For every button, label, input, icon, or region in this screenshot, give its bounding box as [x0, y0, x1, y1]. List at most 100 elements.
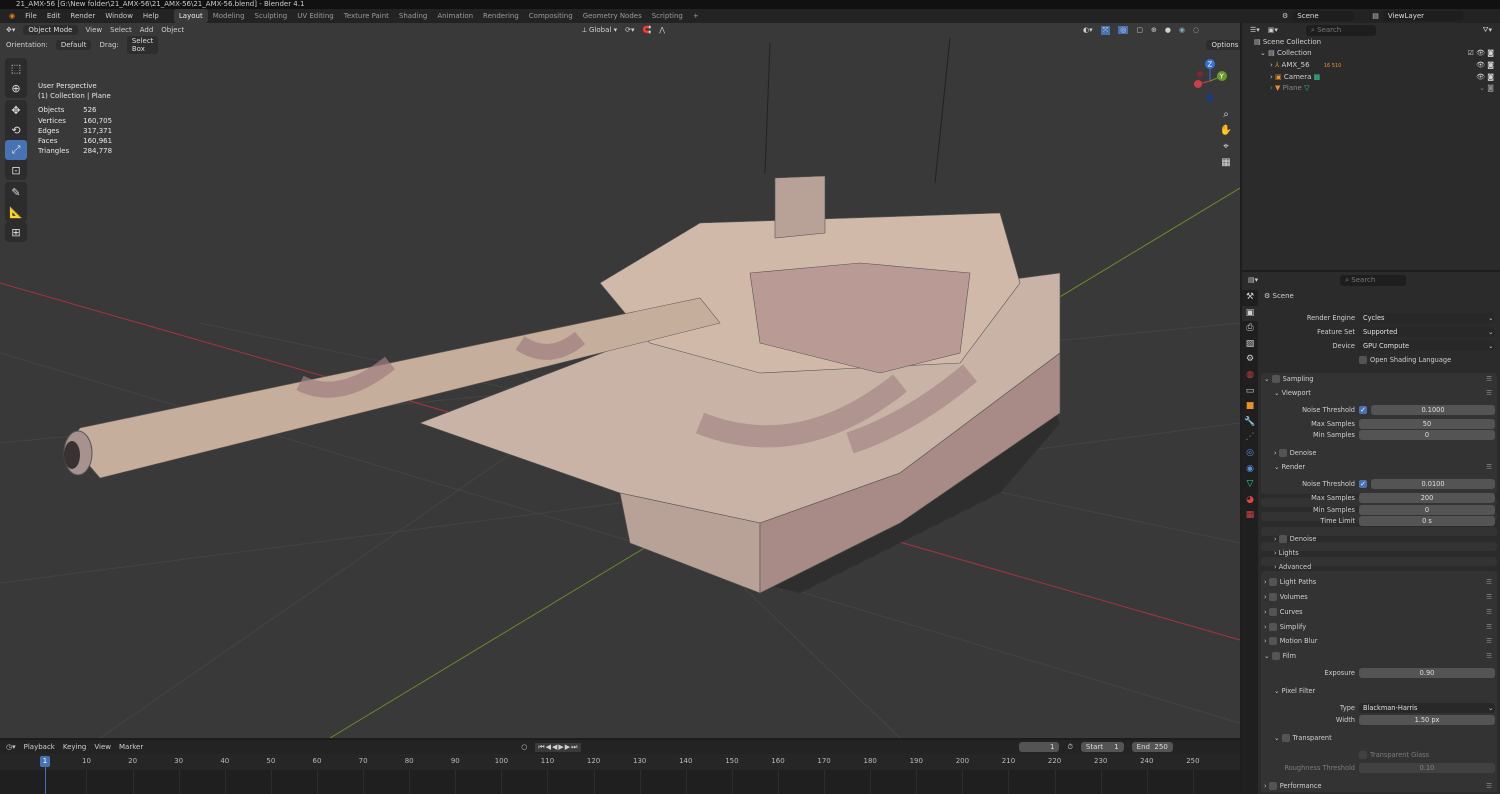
preset-list-icon[interactable]: ☰	[1486, 780, 1492, 792]
blender-logo-icon[interactable]: ◉	[4, 9, 20, 23]
cursor-tool-icon[interactable]: ⊕	[5, 78, 27, 98]
tab-uv-editing[interactable]: UV Editing	[292, 9, 339, 23]
preset-list-icon[interactable]: ☰	[1486, 387, 1492, 399]
zoom-icon[interactable]: ⌕	[1218, 107, 1234, 123]
panel-checkbox[interactable]	[1268, 578, 1277, 586]
tab-layout[interactable]: Layout	[173, 9, 208, 23]
menu-keying[interactable]: Keying	[63, 743, 87, 751]
property-field[interactable]: Supported	[1359, 327, 1495, 337]
world-tab-icon[interactable]: ◍	[1242, 368, 1258, 384]
transform-tool-icon[interactable]: ⊡	[5, 160, 27, 180]
panel-header[interactable]: › Denoise	[1274, 447, 1316, 459]
pan-hand-icon[interactable]: ✋	[1218, 123, 1234, 139]
panel-header[interactable]: › Light Paths	[1264, 576, 1316, 588]
menu-window[interactable]: Window	[100, 9, 138, 23]
visibility-icon[interactable]: ◐▾	[1083, 26, 1093, 34]
panel-header[interactable]: › Lights	[1274, 547, 1299, 559]
collection-tab-icon[interactable]: ▭	[1242, 384, 1258, 400]
editor-type-icon[interactable]: ✥▾	[6, 26, 15, 34]
outliner-item[interactable]: › ▣ Camera ▩ 👁 ◙	[1254, 72, 1500, 83]
preset-list-icon[interactable]: ☰	[1486, 635, 1492, 647]
view-layer-selector[interactable]: ViewLayer	[1382, 11, 1463, 21]
menu-object[interactable]: Object	[161, 26, 184, 34]
panel-checkbox[interactable]	[1268, 637, 1277, 645]
current-frame-field[interactable]: 1	[1019, 742, 1060, 752]
property-field[interactable]: 1.50 px	[1359, 715, 1495, 725]
property-field[interactable]: 0 s	[1359, 516, 1495, 526]
timeline-editor-type-icon[interactable]: ◷▾	[6, 743, 16, 751]
particles-tab-icon[interactable]: ⋰	[1242, 430, 1258, 446]
material-tab-icon[interactable]: ◕	[1242, 493, 1258, 509]
checkbox[interactable]: Open Shading Language	[1359, 354, 1451, 366]
xray-icon[interactable]: ▢	[1136, 26, 1143, 34]
property-field[interactable]: 0.0100	[1371, 479, 1495, 489]
transform-orientation-selector[interactable]: ⟂ Global ▾	[582, 26, 617, 35]
menu-select[interactable]: Select	[110, 26, 132, 34]
output-tab-icon[interactable]: ⎙	[1242, 321, 1258, 337]
preset-list-icon[interactable]: ☰	[1486, 606, 1492, 618]
playback-controls[interactable]: ⏮◀◀▶▶⏭	[535, 742, 582, 752]
panel-header[interactable]: ⌄ Film	[1264, 650, 1296, 662]
outliner-item[interactable]: ▤ Scene Collection	[1254, 37, 1500, 48]
frame-ruler[interactable]: 10 20 30 40 50 60 70 80 90 100 110 120 130 140 150 160 1…	[0, 754, 1240, 770]
visibility-icons[interactable]: ⌄ ◙	[1479, 83, 1494, 94]
add-cube-tool-icon[interactable]: ⊞	[5, 222, 27, 242]
outliner-item[interactable]: › ▼ Plane ▽ ⌄ ◙	[1254, 83, 1500, 94]
panel-checkbox[interactable]	[1268, 623, 1277, 631]
menu-render[interactable]: Render	[65, 9, 100, 23]
tab-modeling[interactable]: Modeling	[208, 9, 250, 23]
property-field[interactable]: 0	[1359, 430, 1495, 440]
menu-playback[interactable]: Playback	[24, 743, 55, 751]
scene-tab-icon[interactable]: ⚙	[1242, 352, 1258, 368]
menu-marker[interactable]: Marker	[119, 743, 143, 751]
overlay-toggle-icon[interactable]: ◎	[1118, 26, 1129, 34]
texture-tab-icon[interactable]: ▦	[1242, 508, 1258, 524]
menu-file[interactable]: File	[20, 9, 42, 23]
panel-checkbox[interactable]	[1278, 449, 1287, 457]
camera-view-icon[interactable]: ⌖	[1218, 139, 1234, 155]
panel-header[interactable]: › Simplify	[1264, 621, 1306, 633]
enable-checkbox[interactable]: ✓	[1359, 480, 1367, 488]
scene-selector[interactable]: Scene	[1292, 11, 1355, 21]
preset-list-icon[interactable]: ☰	[1486, 621, 1492, 633]
add-workspace-button[interactable]: +	[688, 9, 704, 23]
panel-checkbox[interactable]	[1271, 652, 1280, 660]
properties-editor-type-icon[interactable]: ▤▾	[1248, 276, 1258, 284]
property-field[interactable]: 50	[1359, 419, 1495, 429]
panel-header[interactable]: › Performance	[1264, 780, 1322, 792]
outliner-filter-view-icon[interactable]: ▣▾	[1268, 26, 1278, 34]
outliner-item[interactable]: ⌄ ▤ Collection ☑ 👁 ◙	[1254, 48, 1500, 59]
3d-viewport[interactable]: ✥▾ Object Mode View Select Add Object ⟂ …	[0, 23, 1240, 738]
shading-rendered-icon[interactable]: ◌	[1193, 26, 1199, 34]
orientation-selector[interactable]: Default	[55, 40, 92, 50]
preset-list-icon[interactable]: ☰	[1486, 591, 1492, 603]
panel-header[interactable]: ⌄ Sampling	[1264, 373, 1314, 385]
menu-view[interactable]: View	[86, 26, 103, 34]
drag-selector[interactable]: Select Box	[126, 36, 159, 54]
scale-tool-icon[interactable]: ⤢	[5, 140, 27, 160]
property-field[interactable]: GPU Compute	[1359, 341, 1495, 351]
tool-tab-icon[interactable]: ⚒	[1242, 290, 1258, 306]
property-field[interactable]: Cycles	[1359, 313, 1495, 323]
property-field[interactable]: 0	[1359, 505, 1495, 515]
snap-icon[interactable]: 🧲	[643, 26, 652, 34]
stopwatch-icon[interactable]: ⏱	[1067, 743, 1072, 752]
panel-header[interactable]: ⌄ Viewport	[1274, 387, 1311, 399]
properties-search-input[interactable]: ⌕ Search	[1340, 274, 1407, 286]
render-tab-icon[interactable]: ▣	[1242, 305, 1258, 322]
outliner-display-mode-icon[interactable]: ☰▾	[1250, 26, 1260, 34]
filter-icon[interactable]: ⛛▾	[1483, 26, 1492, 35]
preset-list-icon[interactable]: ☰	[1486, 461, 1492, 473]
view-layer-tab-icon[interactable]: ▨	[1242, 337, 1258, 353]
proportional-edit-icon[interactable]: ⋀	[659, 26, 665, 34]
preset-list-icon[interactable]: ☰	[1486, 576, 1492, 588]
property-field[interactable]: 0.10	[1359, 763, 1495, 773]
panel-checkbox[interactable]	[1268, 608, 1277, 616]
end-frame-field[interactable]: End 250	[1131, 742, 1173, 752]
panel-checkbox[interactable]	[1268, 593, 1277, 601]
panel-header[interactable]: ⌄ Pixel Filter	[1274, 685, 1315, 697]
preset-list-icon[interactable]: ☰	[1486, 650, 1492, 662]
modifier-tab-icon[interactable]: 🔧	[1242, 415, 1258, 431]
gizmo-toggle-icon[interactable]: ⤧	[1100, 25, 1111, 35]
options-button[interactable]: Options	[1206, 40, 1240, 50]
